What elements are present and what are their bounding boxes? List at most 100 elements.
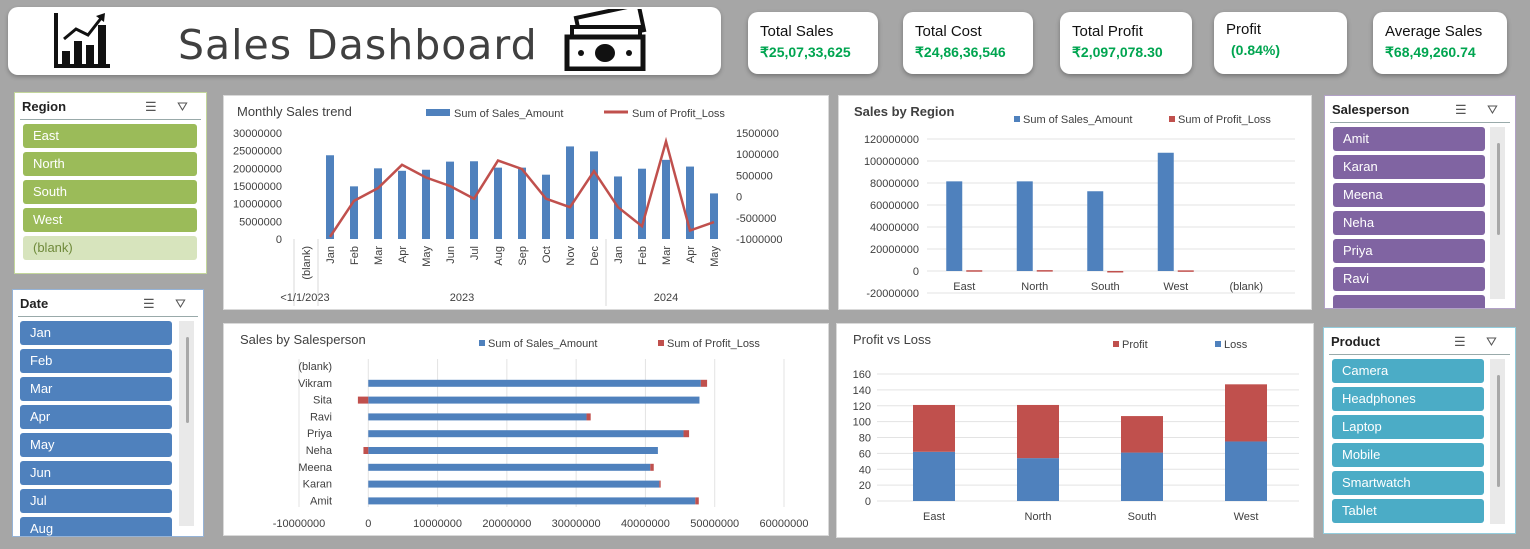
x-tick-label: 30000000 [552, 518, 601, 530]
clear-filter-icon[interactable]: ⛛ [1486, 334, 1497, 350]
slicer-item-blank[interactable]: (blank) [23, 236, 197, 260]
x-axis-ticks: East North South West [923, 511, 1258, 523]
category-label: Karan [303, 479, 332, 491]
slicer-item-neha[interactable]: Neha [1333, 211, 1485, 235]
multi-select-icon[interactable]: ☰ [143, 296, 155, 312]
slicer-item-jul[interactable]: Jul [20, 489, 172, 513]
slicer-item-feb[interactable]: Feb [20, 349, 172, 373]
slicer-item-jan[interactable]: Jan [20, 321, 172, 345]
category-label: Priya [307, 428, 333, 440]
y-tick-label: 160 [853, 369, 871, 381]
y-tick-label: 40 [859, 464, 871, 476]
scrollbar[interactable] [1490, 127, 1505, 299]
slicer-item-camera[interactable]: Camera [1332, 359, 1484, 383]
x-tick-label: Nov [565, 246, 577, 266]
slicer-item-ravi[interactable]: Ravi [1333, 267, 1485, 291]
slicer-item-may[interactable]: May [20, 433, 172, 457]
profit-bar [913, 404, 955, 452]
sales-by-region-chart[interactable]: Sales by Region Sum of Sales_Amount Sum … [838, 95, 1312, 310]
chart-marks [326, 136, 718, 239]
slicer-item-east[interactable]: East [23, 124, 197, 148]
bar-chart-icon [54, 13, 110, 68]
category-label: Ravi [310, 411, 332, 423]
sales-bar [542, 174, 550, 239]
multi-select-icon[interactable]: ☰ [1454, 334, 1466, 350]
slicer-item-mobile[interactable]: Mobile [1332, 443, 1484, 467]
multi-select-icon[interactable]: ☰ [1455, 102, 1467, 118]
profit-bar [683, 430, 690, 438]
x-tick-label: West [1234, 511, 1259, 523]
slicer-item-north[interactable]: North [23, 152, 197, 176]
money-icon [564, 9, 647, 71]
slicer-item-headphones[interactable]: Headphones [1332, 387, 1484, 411]
scrollbar-thumb[interactable] [185, 337, 189, 423]
monthly-sales-chart[interactable]: Monthly Sales trend Sum of Sales_Amount … [223, 95, 829, 310]
title-card: Sales Dashboard [8, 7, 721, 75]
profit-vs-loss-chart[interactable]: Profit vs Loss Profit Loss 160 140 120 100 8… [836, 323, 1314, 538]
kpi-value: ₹24,86,36,546 [915, 44, 1006, 60]
x-tick-label: 50000000 [690, 518, 739, 530]
slicer-item-mar[interactable]: Mar [20, 377, 172, 401]
slicer-item-priya[interactable]: Priya [1333, 239, 1485, 263]
y-tick-label: 100 [853, 417, 871, 429]
slicer-item-meena[interactable]: Meena [1333, 183, 1485, 207]
group-label: 2024 [654, 292, 678, 304]
date-slicer: Date ☰ ⛛ Jan Feb Mar Apr May Jun Jul Aug [12, 289, 204, 537]
sales-bar [638, 168, 646, 239]
slicer-item-apr[interactable]: Apr [20, 405, 172, 429]
legend-profit: Sum of Profit_Loss [632, 108, 725, 120]
y-tick-label: 140 [853, 385, 871, 397]
x-tick-label: May [421, 246, 433, 267]
profit-bar [650, 463, 654, 471]
profit-bar [659, 480, 661, 488]
profit-bar [357, 396, 369, 404]
y-tick-label: 20000000 [233, 163, 282, 175]
category-label: Vikram [298, 378, 332, 390]
sales-bar [326, 155, 334, 239]
kpi-label: Profit [1226, 21, 1262, 38]
y-tick-label: 5000000 [239, 216, 282, 228]
y-tick-label: 30000000 [233, 128, 282, 140]
multi-select-icon[interactable]: ☰ [145, 99, 157, 115]
y-tick-label: 10000000 [233, 199, 282, 211]
slicer-item-smartwatch[interactable]: Smartwatch [1332, 471, 1484, 495]
sales-bar [946, 181, 963, 271]
slicer-item-tablet[interactable]: Tablet [1332, 499, 1484, 523]
sales-bar [368, 480, 660, 488]
x-axis-ticks: (blank) Jan Feb Mar Apr May Jun Jul Aug Sep Oct Nov… [280, 239, 721, 306]
x-tick-label: 10000000 [413, 518, 462, 530]
y-tick-label: 100000000 [864, 156, 919, 168]
slicer-item-south[interactable]: South [23, 180, 197, 204]
scrollbar-thumb[interactable] [1496, 375, 1500, 487]
slicer-item-amit[interactable]: Amit [1333, 127, 1485, 151]
scrollbar-thumb[interactable] [1496, 143, 1500, 235]
x-tick-label: May [709, 246, 721, 267]
clear-filter-icon[interactable]: ⛛ [175, 296, 186, 312]
kpi-value: ₹68,49,260.74 [1385, 44, 1476, 60]
scrollbar[interactable] [179, 321, 194, 526]
x-tick-label: 20000000 [482, 518, 531, 530]
slicer-item-laptop[interactable]: Laptop [1332, 415, 1484, 439]
slicer-item-karan[interactable]: Karan [1333, 155, 1485, 179]
product-slicer: Product ☰ ⛛ Camera Headphones Laptop Mob… [1323, 327, 1516, 534]
y-tick-label: 120000000 [864, 134, 919, 146]
y-tick-label: -20000000 [866, 288, 919, 300]
x-tick-label: North [1021, 281, 1048, 293]
clear-filter-icon[interactable]: ⛛ [1487, 102, 1498, 118]
slicer-item-partial[interactable] [1333, 295, 1485, 308]
salesperson-slicer: Salesperson ☰ ⛛ Amit Karan Meena Neha Pr… [1324, 95, 1516, 309]
slicer-item-jun[interactable]: Jun [20, 461, 172, 485]
chart-marks [357, 379, 708, 505]
y-tick-label: 0 [865, 496, 871, 508]
sales-by-salesperson-chart[interactable]: Sales by Salesperson Sum of Sales_Amount… [223, 323, 829, 536]
kpi-total-profit: Total Profit ₹2,097,078.30 [1060, 12, 1192, 74]
scrollbar[interactable] [1490, 359, 1505, 524]
category-label: Neha [306, 445, 333, 457]
clear-filter-icon[interactable]: ⛛ [177, 99, 188, 115]
group-label: <1/1/2023 [280, 292, 329, 304]
y-tick-label: 15000000 [233, 181, 282, 193]
sales-bar [374, 168, 382, 239]
slicer-item-aug[interactable]: Aug [20, 517, 172, 536]
slicer-item-west[interactable]: West [23, 208, 197, 232]
sales-bar [398, 170, 406, 239]
